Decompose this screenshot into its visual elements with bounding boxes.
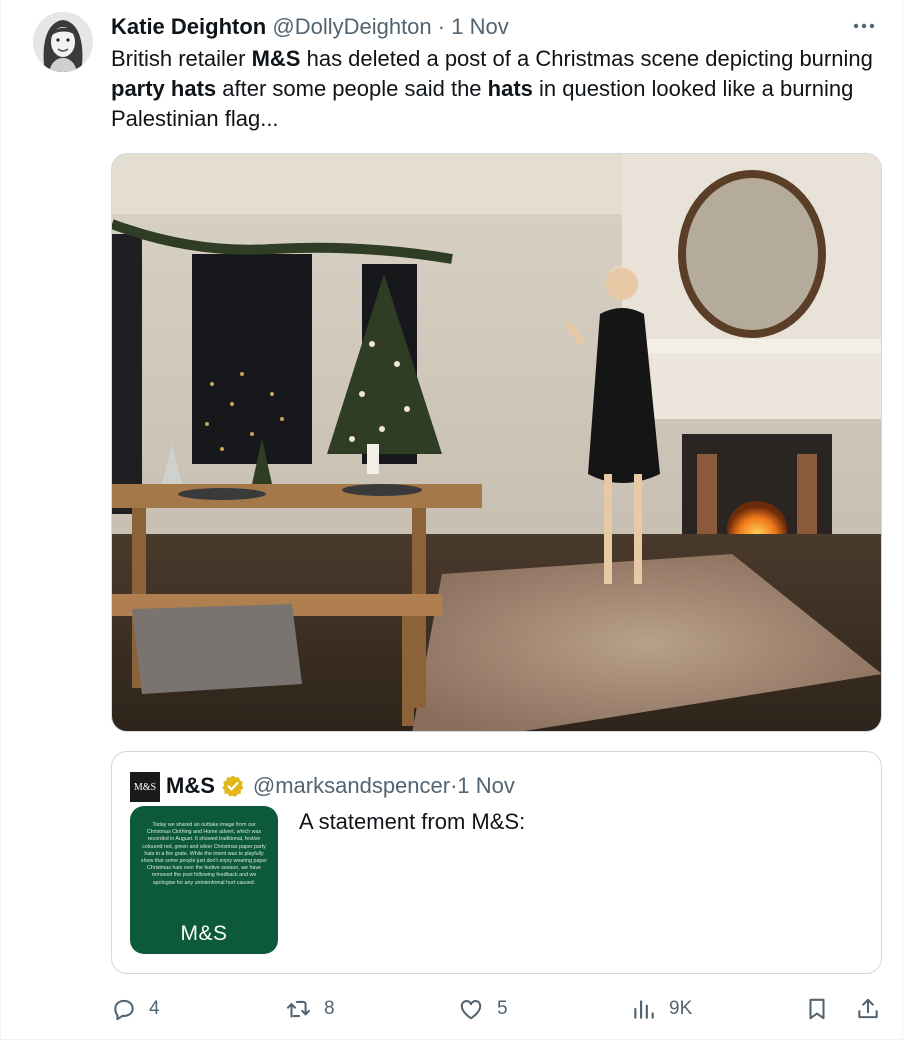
tweet-timestamp[interactable]: 1 Nov: [451, 14, 508, 39]
more-options-button[interactable]: [852, 14, 876, 38]
verified-badge-icon: [221, 774, 245, 798]
reply-icon: [114, 999, 134, 1021]
reply-count: 4: [149, 998, 160, 1019]
tweet-header: Katie Deighton @DollyDeighton · 1 Nov: [111, 14, 509, 40]
author-name[interactable]: Katie Deighton: [111, 14, 266, 39]
quoted-timestamp[interactable]: 1 Nov: [457, 772, 514, 800]
author-avatar[interactable]: [33, 12, 93, 72]
repost-icon: [287, 1000, 311, 1018]
tweet-text-bold: M&S: [251, 46, 301, 71]
statement-logo: M&S: [180, 922, 228, 945]
author-handle[interactable]: @DollyDeighton: [272, 14, 431, 39]
share-icon: [858, 998, 878, 1019]
views-chart-icon: [634, 1000, 654, 1019]
tweet-text-bold: party hats: [111, 76, 217, 101]
more-dots-icon: [853, 23, 875, 29]
tweet-text-bold: hats: [487, 76, 533, 101]
header-separator: ·: [437, 14, 446, 39]
tweet-text-part: British retailer: [111, 46, 252, 71]
tweet-text-part: after some people said the: [216, 76, 488, 101]
like-count: 5: [497, 998, 508, 1019]
quoted-text: A statement from M&S:: [299, 809, 526, 834]
repost-count: 8: [324, 998, 335, 1019]
quoted-tweet[interactable]: M&S M&S @marksandspencer · 1 Nov Today w…: [111, 751, 882, 974]
quoted-header: M&S @marksandspencer · 1 Nov: [166, 772, 515, 800]
tweet-text: British retailer M&S has deleted a post …: [111, 44, 886, 134]
action-bar: 4 8 5 9K: [1, 990, 904, 1028]
statement-text: Today we shared an outtake image from ou…: [140, 822, 268, 886]
quoted-author-name[interactable]: M&S: [166, 772, 215, 800]
quoted-separator: ·: [450, 773, 458, 798]
repost-button[interactable]: 8: [284, 990, 335, 1028]
quoted-author-handle[interactable]: @marksandspencer: [253, 772, 450, 800]
views-button[interactable]: 9K: [631, 990, 692, 1028]
tweet-text-part: has deleted a post of a Christmas scene …: [300, 46, 873, 71]
like-button[interactable]: 5: [457, 990, 508, 1028]
quoted-author-avatar[interactable]: M&S: [130, 772, 160, 802]
share-button[interactable]: [855, 990, 881, 1028]
reply-button[interactable]: 4: [111, 990, 160, 1028]
statement-image[interactable]: Today we shared an outtake image from ou…: [130, 806, 278, 954]
tweet-container[interactable]: Katie Deighton @DollyDeighton · 1 Nov Br…: [0, 0, 903, 1040]
bookmark-icon: [809, 998, 825, 1020]
bookmark-button[interactable]: [804, 990, 830, 1028]
views-count: 9K: [669, 998, 693, 1019]
heart-icon: [460, 1000, 482, 1020]
tweet-photo[interactable]: [111, 153, 882, 732]
